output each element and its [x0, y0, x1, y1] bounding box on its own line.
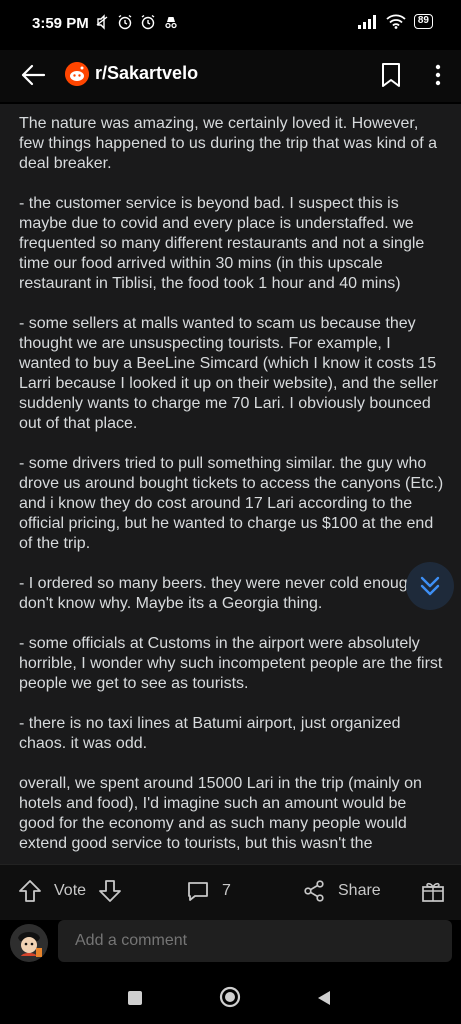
back-nav-icon[interactable] [316, 990, 332, 1006]
share-label: Share [338, 882, 381, 899]
share-button[interactable]: Share [302, 879, 381, 903]
vote-label: Vote [54, 882, 87, 899]
alarm-icon [141, 14, 155, 30]
comment-row [0, 920, 461, 982]
user-avatar-icon [10, 924, 48, 962]
mute-icon [96, 14, 108, 30]
status-icons-right: 89 [357, 14, 433, 29]
comment-count: 7 [222, 882, 231, 899]
post-paragraph: - there is no taxi lines at Batumi airpo… [19, 715, 401, 752]
subreddit-avatar[interactable] [65, 62, 89, 86]
wifi-icon [386, 14, 406, 29]
comment-icon [188, 882, 208, 901]
post-paragraph: overall, we spent around 15000 Lari in t… [19, 775, 422, 852]
chevron-double-down-icon [420, 576, 440, 596]
app-header: r/Sakartvelo [0, 50, 461, 102]
status-time: 3:59 PM [32, 15, 89, 32]
post-paragraph: - some drivers tried to pull something s… [19, 455, 444, 552]
status-icons-left [94, 14, 179, 30]
signal-icon [357, 14, 376, 29]
post-paragraph: - some officials at Customs in the airpo… [19, 635, 443, 692]
post-paragraph: - I ordered so many beers. they were nev… [19, 575, 429, 612]
subreddit-name[interactable]: r/Sakartvelo [95, 63, 198, 84]
post-action-bar: Vote 7 Share [0, 864, 461, 920]
back-arrow-icon[interactable] [18, 60, 48, 90]
home-icon[interactable] [219, 986, 241, 1008]
post-paragraph: The nature was amazing, we certainly lov… [19, 115, 438, 172]
incognito-icon [165, 17, 177, 29]
upvote-icon[interactable] [18, 879, 42, 903]
battery-indicator: 89 [413, 14, 433, 29]
scroll-down-button[interactable] [406, 562, 454, 610]
post-content[interactable]: The nature was amazing, we certainly lov… [0, 104, 461, 864]
downvote-icon[interactable] [98, 879, 122, 903]
alarm-icon [118, 14, 132, 30]
more-options-icon[interactable] [428, 60, 448, 90]
post-paragraph: - the customer service is beyond bad. I … [19, 195, 425, 292]
share-icon [304, 880, 324, 902]
post-body: The nature was amazing, we certainly lov… [0, 104, 461, 854]
recents-icon[interactable] [127, 990, 143, 1006]
post-paragraph: - some sellers at malls wanted to scam u… [19, 315, 438, 432]
award-button[interactable] [421, 879, 445, 903]
status-bar: 3:59 PM 89 [0, 0, 461, 50]
comment-input[interactable] [58, 920, 452, 962]
system-nav-bar [0, 982, 461, 1024]
avatar[interactable] [10, 924, 48, 962]
gift-icon [422, 882, 444, 902]
bookmark-icon[interactable] [379, 60, 403, 90]
comments-button[interactable]: 7 [186, 879, 231, 903]
vote-group: Vote [18, 879, 122, 903]
